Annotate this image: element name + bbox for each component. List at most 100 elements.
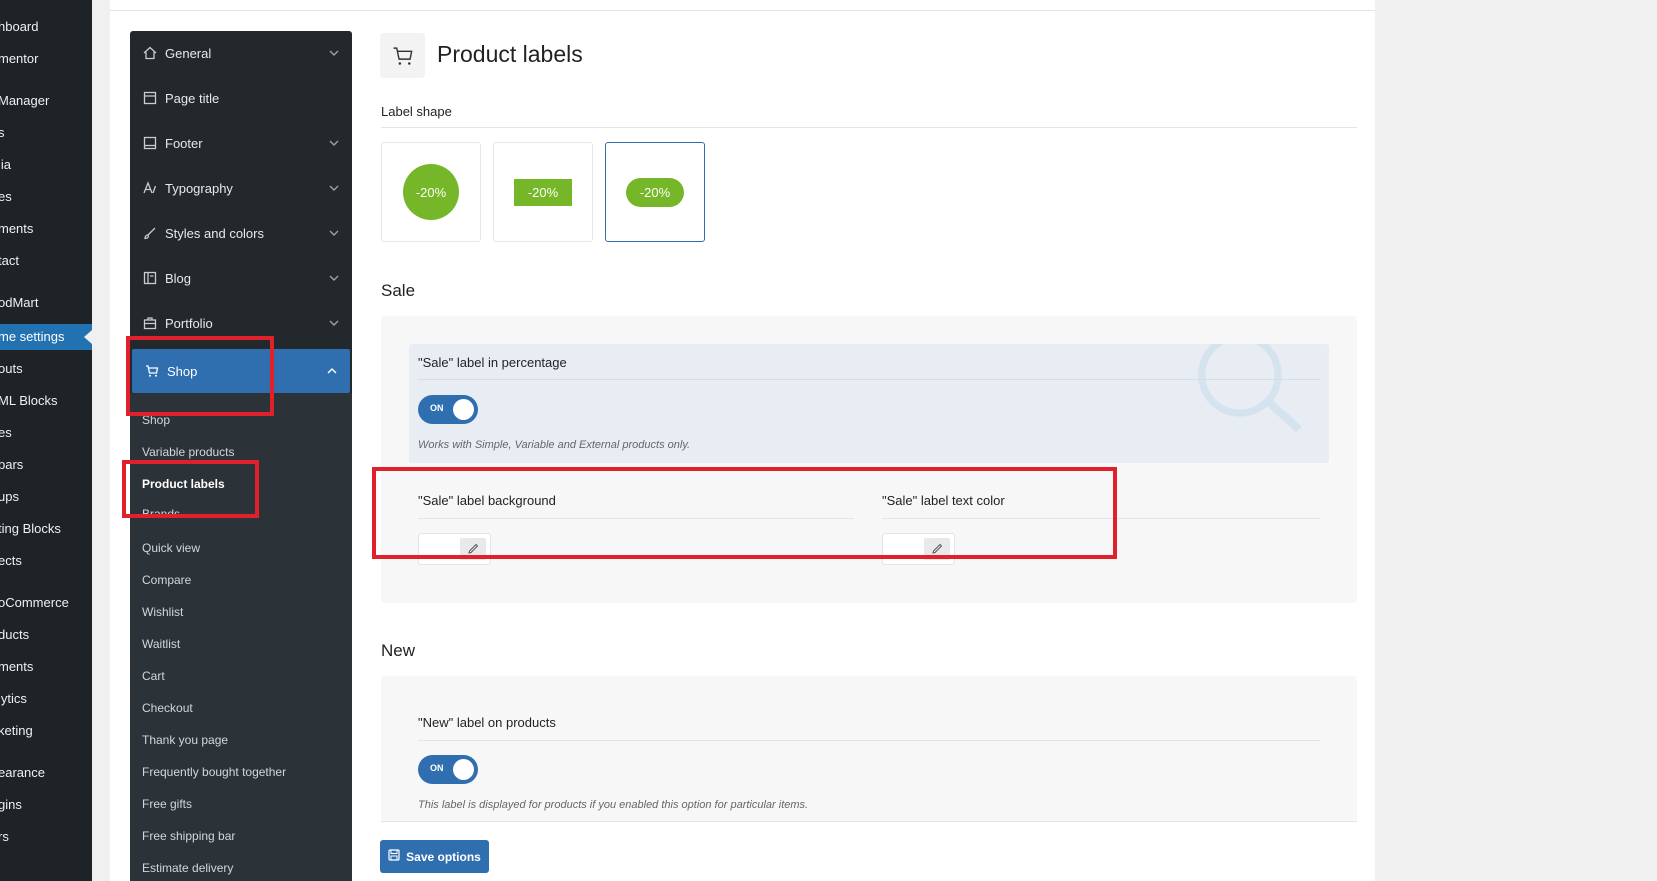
nav-item-label: Portfolio [165, 315, 213, 331]
cart-icon [380, 33, 425, 78]
divider [418, 379, 1320, 380]
wp-menu-label: hboard [0, 19, 39, 34]
label-shape-option-rounded[interactable]: -20% [605, 142, 705, 242]
wp-menu-users[interactable]: rs [0, 824, 92, 850]
annotation-box-shop [126, 336, 274, 416]
label-shape-option-rectangle[interactable]: -20% [493, 142, 593, 242]
wp-menu-label: es [0, 425, 12, 440]
wp-menu-floating-blocks[interactable]: ting Blocks [0, 516, 92, 542]
wp-menu-label: ects [0, 553, 22, 568]
wp-menu-sidebars[interactable]: bars [0, 452, 92, 478]
subnav-item-thank-you-page[interactable]: Thank you page [142, 733, 228, 747]
chevron-down-icon [328, 47, 340, 59]
label-shape-option-circle[interactable]: -20% [381, 142, 481, 242]
new-label-toggle[interactable]: ON [418, 755, 478, 784]
wp-menu-label: s [0, 125, 5, 140]
wp-menu-label: ducts [0, 627, 30, 642]
chevron-down-icon [328, 137, 340, 149]
toggle-label: ON [430, 403, 444, 413]
wp-menu-label: ments [0, 659, 34, 674]
portfolio-icon [143, 316, 157, 330]
new-label-hint: This label is displayed for products if … [418, 799, 809, 811]
toggle-label: ON [430, 763, 444, 773]
nav-item-general[interactable]: General [130, 31, 352, 75]
wp-menu-pages[interactable]: es [0, 184, 92, 210]
wp-menu-label: mentor [0, 51, 39, 66]
subnav-item-cart[interactable]: Cart [142, 669, 165, 683]
chevron-down-icon [328, 272, 340, 284]
nav-item-page-title[interactable]: Page title [130, 76, 352, 120]
search-icon [1198, 344, 1302, 433]
wp-menu-label: rs [0, 829, 9, 844]
divider [110, 10, 1375, 11]
subnav-item-free-shipping-bar[interactable]: Free shipping bar [142, 829, 235, 843]
chevron-up-icon [326, 365, 338, 377]
new-section-title: New [381, 641, 416, 660]
divider [418, 740, 1320, 741]
wp-menu-slides[interactable]: es [0, 420, 92, 446]
nav-item-label: Styles and colors [165, 225, 264, 241]
wp-menu-woocommerce[interactable]: oCommerce [0, 590, 92, 616]
wp-admin-sidebar: hboard mentor Manager s lia es ments tac… [0, 0, 92, 881]
nav-item-styles-colors[interactable]: Styles and colors [130, 211, 352, 255]
sale-percentage-label: "Sale" label in percentage [418, 355, 567, 370]
wp-menu-products[interactable]: ducts [0, 622, 92, 648]
sale-section-title: Sale [381, 281, 416, 300]
wp-menu-dashboard[interactable]: hboard [0, 14, 92, 40]
nav-item-footer[interactable]: Footer [130, 121, 352, 165]
wp-menu-label: es [0, 189, 12, 204]
chevron-down-icon [328, 182, 340, 194]
wp-menu-label: ting Blocks [0, 521, 61, 536]
wp-menu-label: outs [0, 361, 23, 376]
subnav-item-quick-view[interactable]: Quick view [142, 541, 200, 555]
wp-menu-label: ments [0, 221, 34, 236]
annotation-box-sale-colors [372, 467, 1117, 559]
brush-icon [143, 226, 157, 240]
divider [381, 127, 1357, 128]
page-icon [143, 91, 157, 105]
wp-menu-plugins[interactable]: gins [0, 792, 92, 818]
page-title: Product labels [437, 41, 583, 67]
nav-item-typography[interactable]: Typography [130, 166, 352, 210]
wp-menu-projects[interactable]: ects [0, 548, 92, 574]
save-options-button[interactable]: Save options [380, 840, 489, 873]
wp-menu-payments[interactable]: ments [0, 654, 92, 680]
wp-menu-contact[interactable]: tact [0, 248, 92, 274]
subnav-item-free-gifts[interactable]: Free gifts [142, 797, 192, 811]
wp-menu-analytics[interactable]: lytics [0, 686, 92, 712]
new-label-on-products-label: "New" label on products [418, 715, 556, 730]
wp-menu-woodmart[interactable]: odMart [0, 290, 92, 316]
subnav-item-compare[interactable]: Compare [142, 573, 191, 587]
nav-item-label: Page title [165, 90, 220, 106]
wp-menu-label: me settings [0, 329, 65, 344]
wp-menu-theme-settings[interactable]: me settings [0, 324, 92, 350]
shape-preview-rectangle: -20% [514, 178, 572, 206]
subnav-item-frequently-bought[interactable]: Frequently bought together [142, 765, 286, 779]
subnav-item-wishlist[interactable]: Wishlist [142, 605, 183, 619]
wp-menu-label: lia [0, 157, 12, 172]
wp-menu-html-blocks[interactable]: ML Blocks [0, 388, 92, 414]
wp-menu-marketing[interactable]: keting [0, 718, 92, 744]
nav-item-blog[interactable]: Blog [130, 256, 352, 300]
subnav-item-checkout[interactable]: Checkout [142, 701, 193, 715]
wp-menu-posts[interactable]: s [0, 120, 92, 146]
sale-percentage-toggle[interactable]: ON [418, 395, 478, 424]
chevron-down-icon [328, 227, 340, 239]
wp-menu-label: bars [0, 457, 24, 472]
wp-menu-layouts[interactable]: outs [0, 356, 92, 382]
wp-menu-label: tact [0, 253, 19, 268]
nav-item-label: General [165, 45, 212, 61]
subnav-item-variable-products[interactable]: Variable products [142, 445, 235, 459]
wp-menu-manager[interactable]: Manager [0, 88, 92, 114]
save-options-label: Save options [406, 849, 481, 864]
nav-item-label: Footer [165, 135, 203, 151]
annotation-box-product-labels [122, 460, 259, 518]
subnav-item-estimate-delivery[interactable]: Estimate delivery [142, 861, 233, 875]
wp-menu-comments[interactable]: ments [0, 216, 92, 242]
wp-menu-elementor[interactable]: mentor [0, 46, 92, 72]
wp-menu-label: ML Blocks [0, 393, 58, 408]
subnav-item-waitlist[interactable]: Waitlist [142, 637, 180, 651]
wp-menu-appearance[interactable]: earance [0, 760, 92, 786]
wp-menu-popups[interactable]: ups [0, 484, 92, 510]
wp-menu-media[interactable]: lia [0, 152, 92, 178]
